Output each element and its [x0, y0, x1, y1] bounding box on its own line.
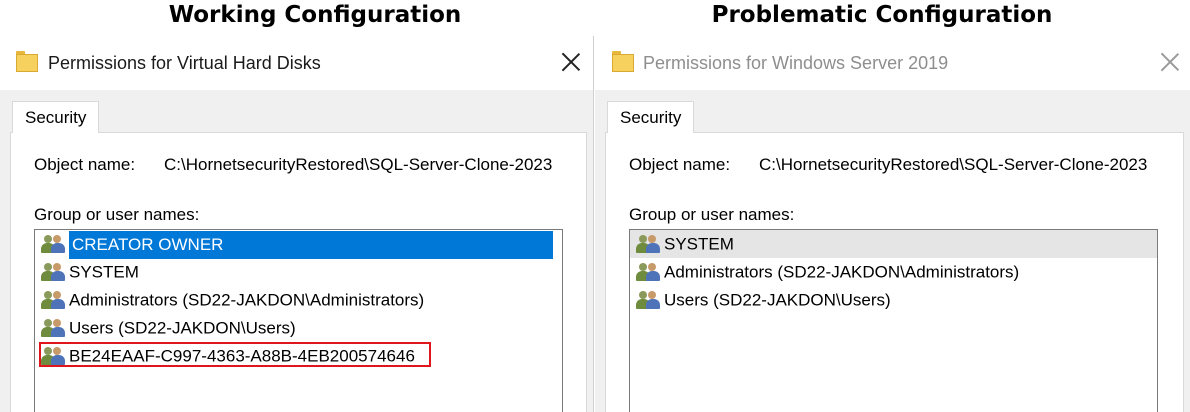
- security-panel: Object name: C:\HornetsecurityRestored\S…: [605, 132, 1184, 412]
- list-item-administrators[interactable]: Administrators (SD22-JAKDON\Administrato…: [35, 286, 562, 314]
- security-panel: Object name: C:\HornetsecurityRestored\S…: [10, 132, 587, 412]
- list-item-label: Users (SD22-JAKDON\Users): [69, 318, 296, 338]
- group-user-names-label: Group or user names:: [34, 205, 200, 224]
- folder-icon: [612, 51, 634, 72]
- list-item-users[interactable]: Users (SD22-JAKDON\Users): [35, 314, 562, 342]
- user-group-icon: [41, 346, 67, 366]
- tab-security[interactable]: Security: [12, 101, 100, 133]
- object-name-value: C:\HornetsecurityRestored\SQL-Server-Clo…: [759, 155, 1148, 174]
- group-user-names-label: Group or user names:: [629, 205, 795, 224]
- user-group-icon: [636, 262, 662, 282]
- list-item-label: CREATOR OWNER: [69, 230, 553, 259]
- title-bar: Permissions for Virtual Hard Disks: [0, 36, 593, 90]
- object-name-label: Object name:: [34, 155, 136, 174]
- user-group-icon: [41, 318, 67, 338]
- close-icon[interactable]: [561, 52, 581, 72]
- highlight-box: [39, 342, 431, 367]
- folder-icon: [16, 51, 38, 72]
- user-group-icon: [636, 234, 662, 254]
- user-group-icon: [41, 262, 67, 282]
- list-item-users[interactable]: Users (SD22-JAKDON\Users): [630, 286, 1157, 314]
- window-title: Permissions for Virtual Hard Disks: [48, 53, 321, 73]
- list-item-system[interactable]: SYSTEM: [35, 258, 562, 286]
- close-icon[interactable]: [1160, 52, 1180, 72]
- list-item-label: Users (SD22-JAKDON\Users): [664, 290, 891, 310]
- window-title: Permissions for Windows Server 2019: [643, 53, 949, 73]
- user-group-icon: [41, 290, 67, 310]
- permissions-dialog-problematic: Permissions for Windows Server 2019 Secu…: [595, 36, 1190, 412]
- title-bar: Permissions for Windows Server 2019: [595, 36, 1190, 90]
- list-item-creator-owner[interactable]: CREATOR OWNER: [35, 230, 562, 259]
- heading-problematic-configuration: Problematic Configuration: [711, 2, 1053, 28]
- list-item-system[interactable]: SYSTEM: [630, 230, 1157, 258]
- permissions-dialog-working: Permissions for Virtual Hard Disks Secur…: [0, 36, 594, 412]
- group-user-list[interactable]: SYSTEM Administrators (SD22-JAKDON\Admin…: [629, 229, 1158, 412]
- object-name-value: C:\HornetsecurityRestored\SQL-Server-Clo…: [164, 155, 553, 174]
- object-name-label: Object name:: [629, 155, 731, 174]
- list-item-label: Administrators (SD22-JAKDON\Administrato…: [664, 262, 1020, 282]
- list-item-administrators[interactable]: Administrators (SD22-JAKDON\Administrato…: [630, 258, 1157, 286]
- group-user-list[interactable]: CREATOR OWNER SYSTEM Administrators (SD2…: [34, 229, 563, 412]
- user-group-icon: [41, 234, 67, 254]
- heading-working-configuration: Working Configuration: [168, 2, 462, 28]
- user-group-icon: [636, 290, 662, 310]
- list-item-sid-account[interactable]: BE24EAAF-C997-4363-A88B-4EB200574646: [35, 342, 562, 370]
- list-item-label: SYSTEM: [69, 262, 139, 282]
- tab-security[interactable]: Security: [607, 101, 695, 133]
- list-item-label: SYSTEM: [664, 234, 734, 254]
- list-item-label: Administrators (SD22-JAKDON\Administrato…: [69, 290, 425, 310]
